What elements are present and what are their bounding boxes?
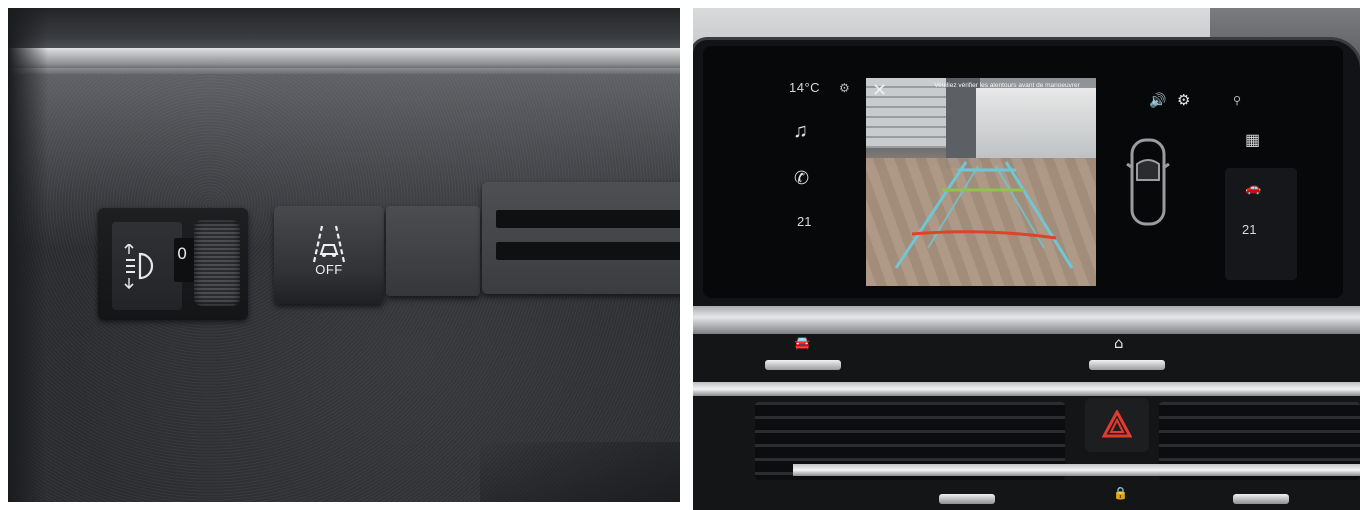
camera-close-button[interactable]: ✕: [872, 80, 887, 101]
camera-warning-message: Veuillez vérifier les alentours avant de…: [934, 82, 1080, 89]
switch-bezel: 0 OFF: [98, 182, 680, 326]
settings-icon[interactable]: ⚙: [1177, 91, 1190, 109]
vent-slat: [496, 210, 680, 228]
headlamp-icon-block: [112, 222, 182, 310]
headlamp-thumbwheel[interactable]: [194, 220, 240, 306]
car-shortcut-icon[interactable]: 🚘: [794, 336, 810, 351]
car-shortcut-key[interactable]: [765, 360, 841, 370]
lane-assist-off-button[interactable]: OFF: [274, 206, 384, 304]
headlamp-wheel-value: 0: [177, 244, 188, 263]
car-top-view-icon: [1126, 138, 1170, 226]
upper-trim: [8, 8, 680, 50]
music-icon[interactable]: ♫: [793, 120, 808, 143]
car-icon[interactable]: 🚗: [1245, 180, 1261, 196]
infotainment-photo: 14°C ⚙ ♫ ✆ 21 ✕ Veuillez vérifier les al…: [693, 8, 1360, 510]
phone-icon[interactable]: ✆: [794, 168, 809, 189]
lock-icon[interactable]: 🔒: [1113, 486, 1128, 500]
location-icon[interactable]: ⚲: [1233, 94, 1241, 107]
bottom-chrome-trim: [793, 464, 1360, 476]
hazard-button[interactable]: [1085, 398, 1149, 452]
lower-shadow: [480, 442, 680, 502]
home-icon[interactable]: ⌂: [1114, 334, 1124, 352]
rear-camera-view: ✕ Veuillez vérifier les alentours avant …: [866, 78, 1096, 286]
left-shadow: [8, 8, 48, 502]
chrome-strip: [693, 306, 1360, 334]
right-climate-temperature[interactable]: 21: [1242, 222, 1256, 237]
dashboard-switch-photo: 0 OFF: [8, 8, 680, 502]
hazard-icon: [1102, 410, 1132, 438]
vent-slat: [496, 242, 680, 260]
guide-line-left: [894, 161, 968, 269]
headlamp-level-control: 0: [98, 208, 248, 320]
vent-adjuster[interactable]: [1233, 494, 1289, 504]
lane-assist-off-label: OFF: [315, 262, 343, 277]
guide-line-right: [1004, 161, 1074, 269]
home-key[interactable]: [1089, 360, 1165, 370]
blank-switch[interactable]: [386, 206, 480, 296]
outside-temperature: 14°C: [789, 80, 821, 95]
connectivity-icon: ⚙: [839, 81, 850, 95]
apps-grid-icon[interactable]: ▦: [1245, 130, 1260, 150]
lower-chrome-trim: [693, 382, 1360, 396]
speaker-icon[interactable]: 🔊: [1149, 92, 1166, 109]
air-vent: [482, 182, 680, 294]
parking-guide-lines: [894, 161, 1074, 269]
lane-assist-icon: [312, 225, 346, 263]
headlamp-level-icon: [124, 244, 154, 290]
vent-adjuster[interactable]: [939, 494, 995, 504]
left-climate-temperature[interactable]: 21: [797, 214, 811, 229]
